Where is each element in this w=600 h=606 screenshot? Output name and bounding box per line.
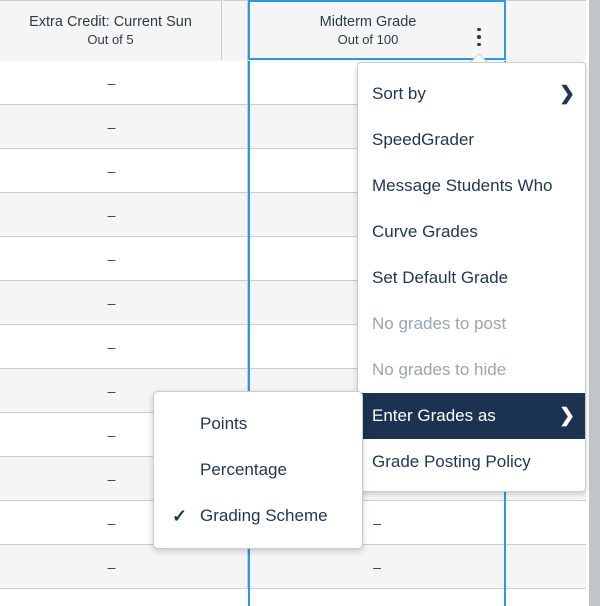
column-header-title: Midterm Grade (319, 13, 417, 30)
chevron-right-icon: ❯ (559, 83, 575, 105)
menu-item-no-grades-to-post: No grades to post (358, 301, 585, 347)
cell-midterm-grade[interactable]: – (248, 545, 506, 588)
submenu-item-label: Points (200, 414, 248, 433)
cell-extra-credit[interactable]: – (0, 545, 223, 588)
menu-item-grade-posting-policy[interactable]: Grade Posting Policy (358, 439, 585, 485)
cell-extra-credit[interactable]: – (0, 149, 223, 192)
column-header-points: Out of 100 (337, 31, 399, 47)
cell-spacer (223, 237, 248, 280)
column-header-midterm-grade[interactable]: Midterm Grade Out of 100 (248, 0, 506, 60)
menu-item-speedgrader[interactable]: SpeedGrader (358, 117, 585, 163)
cell-spacer (223, 105, 248, 148)
menu-item-curve-grades[interactable]: Curve Grades (358, 209, 585, 255)
submenu-item-grading-scheme[interactable]: ✓ Grading Scheme (154, 493, 362, 539)
cell-extra-credit[interactable]: – (0, 193, 223, 236)
menu-item-label: Enter Grades as (372, 406, 496, 425)
checkmark-icon: ✓ (172, 506, 188, 526)
kebab-menu-icon[interactable] (472, 22, 486, 52)
menu-item-enter-grades-as[interactable]: Enter Grades as ❯ (358, 393, 585, 439)
column-header-trailing (507, 0, 586, 61)
gradebook-header-row: Extra Credit: Current Sun Out of 5 Midte… (0, 0, 586, 62)
column-header-points: Out of 5 (87, 32, 134, 47)
menu-item-no-grades-to-hide: No grades to hide (358, 347, 585, 393)
submenu-item-label: Percentage (200, 460, 287, 479)
cell-extra-credit[interactable]: – (0, 105, 223, 148)
cell-trailing (507, 501, 586, 544)
chevron-right-icon: ❯ (559, 405, 575, 427)
cell-spacer (223, 149, 248, 192)
column-header-extra-credit[interactable]: Extra Credit: Current Sun Out of 5 (0, 0, 222, 60)
kebab-dot (477, 35, 481, 39)
cell-spacer (223, 61, 248, 104)
cell-extra-credit[interactable]: – (0, 281, 223, 324)
submenu-item-label: Grading Scheme (200, 506, 328, 525)
table-row: – – (0, 545, 586, 589)
cell-extra-credit[interactable]: – (0, 325, 223, 368)
menu-item-label: SpeedGrader (372, 130, 475, 149)
kebab-dot (477, 27, 481, 32)
menu-item-label: Grade Posting Policy (372, 452, 531, 471)
menu-item-sort-by[interactable]: Sort by ❯ (358, 71, 585, 117)
menu-item-label: Curve Grades (372, 222, 478, 241)
menu-item-label: No grades to post (372, 314, 507, 333)
column-header-spacer (223, 0, 248, 61)
cell-spacer (223, 193, 248, 236)
menu-item-label: No grades to hide (372, 360, 507, 379)
cell-extra-credit[interactable]: – (0, 61, 223, 104)
menu-item-label: Set Default Grade (372, 268, 509, 287)
column-header-title: Extra Credit: Current Sun (29, 14, 192, 30)
cell-spacer (223, 545, 248, 588)
column-options-menu: Sort by ❯ SpeedGrader Message Students Who C… (357, 62, 586, 492)
cell-extra-credit[interactable]: – (0, 237, 223, 280)
cell-spacer (223, 325, 248, 368)
vertical-scrollbar[interactable] (586, 0, 600, 606)
submenu-item-percentage[interactable]: Percentage (154, 447, 362, 493)
menu-item-label: Message Students Who (372, 176, 553, 195)
kebab-dot (477, 42, 481, 47)
menu-item-set-default-grade[interactable]: Set Default Grade (358, 255, 585, 301)
cell-spacer (223, 281, 248, 324)
menu-item-label: Sort by (372, 84, 426, 103)
submenu-item-points[interactable]: Points (154, 401, 362, 447)
enter-grades-as-submenu: Points Percentage ✓ Grading Scheme (153, 391, 363, 549)
scrollbar-thumb[interactable] (589, 0, 600, 606)
menu-item-message-students-who[interactable]: Message Students Who (358, 163, 585, 209)
cell-trailing (507, 545, 586, 588)
